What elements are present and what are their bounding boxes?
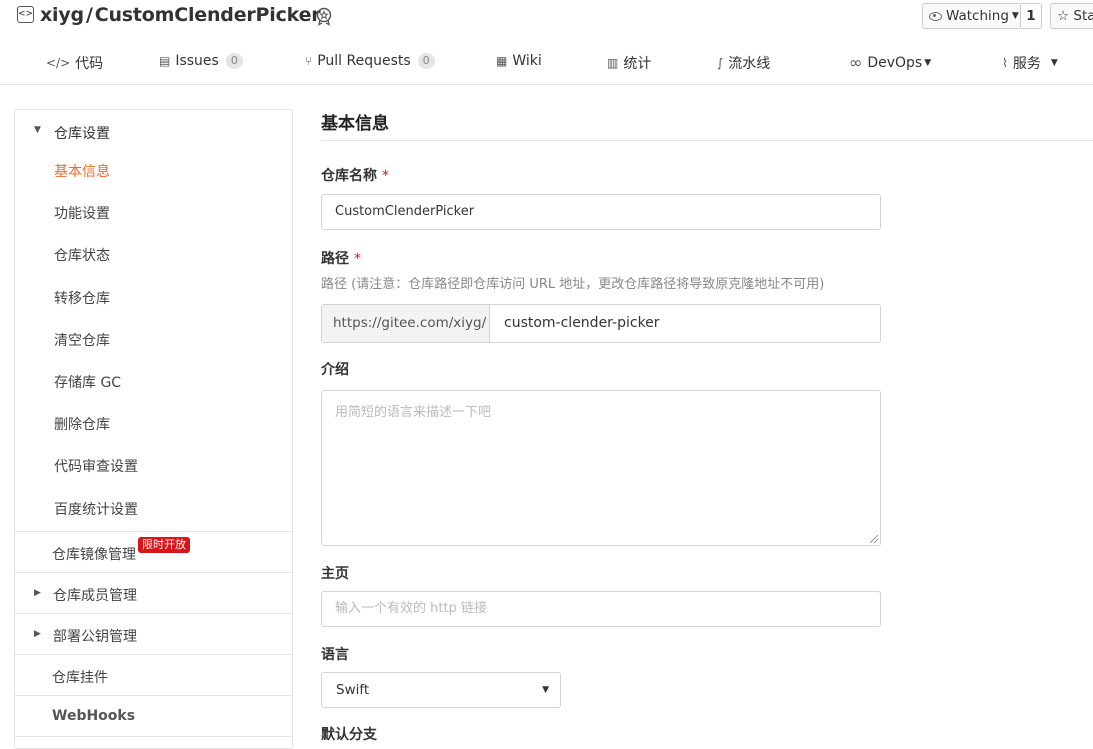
repo-header: <> xiyg / CustomClenderPicker Watching ▼ 1…	[0, 0, 1093, 38]
sidebar-item-mirror[interactable]: 仓库镜像管理	[52, 544, 136, 564]
homepage-placeholder: 输入一个有效的 http 链接	[335, 601, 487, 616]
homepage-input[interactable]: 输入一个有效的 http 链接	[321, 591, 881, 627]
path-label-text: 路径	[321, 251, 349, 267]
tab-services[interactable]: ⌇ 服务 ▼	[1002, 53, 1058, 73]
tab-label: Wiki	[512, 53, 542, 69]
page-title: 基本信息	[321, 114, 389, 134]
path-input-group: https://gitee.com/xiyg/ custom-clender-p…	[321, 304, 881, 343]
intro-placeholder: 用简短的语言来描述一下吧	[335, 405, 492, 420]
path-input[interactable]: custom-clender-picker	[490, 305, 880, 342]
tab-label: DevOps	[867, 54, 923, 71]
sidebar-item-gc[interactable]: 存储库 GC	[54, 372, 121, 392]
sidebar-divider	[15, 736, 292, 737]
tab-wiki[interactable]: ▦ Wiki	[496, 53, 542, 69]
tab-label: 统计	[623, 56, 652, 72]
required-mark: *	[354, 251, 361, 267]
repo-owner-link[interactable]: xiyg	[40, 4, 84, 26]
homepage-label: 主页	[321, 566, 349, 582]
tab-pipeline[interactable]: ∫ 流水线	[717, 53, 770, 73]
tab-label: 代码	[75, 56, 104, 72]
repo-name-link[interactable]: CustomClenderPicker	[95, 4, 321, 26]
sidebar-divider	[15, 613, 292, 614]
path-label: 路径 *	[321, 248, 361, 268]
sidebar-item-status[interactable]: 仓库状态	[54, 245, 110, 265]
sidebar-divider	[15, 654, 292, 655]
tab-label: Pull Requests	[317, 53, 411, 69]
language-select[interactable]: Swift ▼	[321, 672, 561, 708]
watch-count[interactable]: 1	[1021, 3, 1042, 29]
eye-icon	[929, 11, 942, 21]
tab-pull-requests[interactable]: ⑂ Pull Requests 0	[305, 53, 435, 69]
sidebar-item-webhooks[interactable]: WebHooks	[52, 708, 135, 724]
tab-label: 服务	[1012, 56, 1041, 72]
repo-name-label-text: 仓库名称	[321, 168, 377, 184]
repo-title-separator: /	[85, 4, 93, 26]
chevron-right-icon: ▶	[34, 629, 41, 639]
sidebar-divider	[15, 572, 292, 573]
sidebar-item-features[interactable]: 功能设置	[54, 203, 110, 223]
intro-textarea[interactable]: 用简短的语言来描述一下吧	[321, 390, 881, 546]
sidebar-group-repo-settings[interactable]: 仓库设置	[54, 123, 110, 143]
sidebar-item-basic-info[interactable]: 基本信息	[54, 161, 110, 181]
sidebar-item-deploy-keys[interactable]: 部署公钥管理	[53, 626, 137, 646]
sidebar-item-delete[interactable]: 删除仓库	[54, 414, 110, 434]
sidebar-item-clear[interactable]: 清空仓库	[54, 330, 110, 350]
chevron-down-icon: ▼	[924, 57, 932, 68]
star-label: Sta	[1073, 8, 1093, 24]
tab-label: Issues	[175, 53, 219, 69]
chevron-down-icon: ▼	[542, 685, 549, 695]
path-hint: 路径 (请注意：仓库路径即仓库访问 URL 地址，更改仓库路径将导致原克隆地址不…	[321, 277, 825, 292]
tab-label: 流水线	[728, 56, 771, 72]
pulse-icon: ⌇	[1002, 56, 1008, 70]
code-icon: </>	[46, 56, 71, 70]
infinity-icon: ∞	[849, 53, 863, 72]
tab-issues[interactable]: ▤ Issues 0	[159, 53, 243, 69]
sidebar-item-plugins[interactable]: 仓库挂件	[52, 667, 108, 687]
title-divider	[321, 140, 1093, 141]
sidebar-divider	[15, 695, 292, 696]
chevron-down-icon: ▼	[34, 125, 41, 135]
bar-chart-icon: ▥	[607, 56, 619, 70]
wiki-icon: ▦	[496, 54, 508, 68]
repo-name-label: 仓库名称 *	[321, 165, 389, 185]
path-prefix: https://gitee.com/xiyg/	[322, 305, 490, 342]
repo-title: xiyg / CustomClenderPicker	[40, 4, 321, 26]
resize-handle[interactable]	[870, 535, 878, 543]
star-icon: ☆	[1057, 8, 1070, 24]
settings-sidebar: ▼ 仓库设置 基本信息 功能设置 仓库状态 转移仓库 清空仓库 存储库 GC 删…	[14, 109, 293, 749]
repo-name-input[interactable]: CustomClenderPicker	[321, 194, 881, 230]
repo-nav: </> 代码 ▤ Issues 0 ⑂ Pull Requests 0 ▦ Wi…	[0, 38, 1093, 85]
sidebar-item-transfer[interactable]: 转移仓库	[54, 288, 110, 308]
chevron-right-icon: ▶	[34, 588, 41, 598]
default-branch-label: 默认分支	[321, 727, 377, 743]
chevron-down-icon: ▼	[1050, 58, 1058, 68]
award-badge-icon[interactable]	[314, 6, 334, 26]
required-mark: *	[382, 168, 389, 184]
language-value: Swift	[336, 682, 370, 698]
sidebar-divider	[15, 531, 292, 532]
pipeline-icon: ∫	[717, 56, 724, 70]
sidebar-item-members[interactable]: 仓库成员管理	[53, 585, 137, 605]
intro-label: 介绍	[321, 362, 349, 378]
pull-request-icon: ⑂	[305, 54, 313, 68]
repo-icon: <>	[17, 6, 34, 23]
sidebar-item-baidu-stats[interactable]: 百度统计设置	[54, 499, 138, 519]
tab-stats[interactable]: ▥ 统计	[607, 53, 651, 73]
pull-requests-count: 0	[417, 53, 435, 69]
chevron-down-icon: ▼	[1011, 11, 1019, 21]
issues-count: 0	[225, 53, 243, 69]
language-label: 语言	[321, 647, 349, 663]
watch-label: Watching	[946, 8, 1009, 24]
tab-devops[interactable]: ∞ DevOps ▼	[849, 53, 931, 72]
watch-button[interactable]: Watching ▼	[922, 3, 1021, 29]
issues-icon: ▤	[159, 54, 171, 68]
star-button[interactable]: ☆ Sta	[1050, 3, 1093, 29]
promo-badge: 限时开放	[138, 537, 190, 553]
sidebar-item-code-review[interactable]: 代码审查设置	[54, 456, 138, 476]
tab-code[interactable]: </> 代码	[46, 53, 103, 73]
